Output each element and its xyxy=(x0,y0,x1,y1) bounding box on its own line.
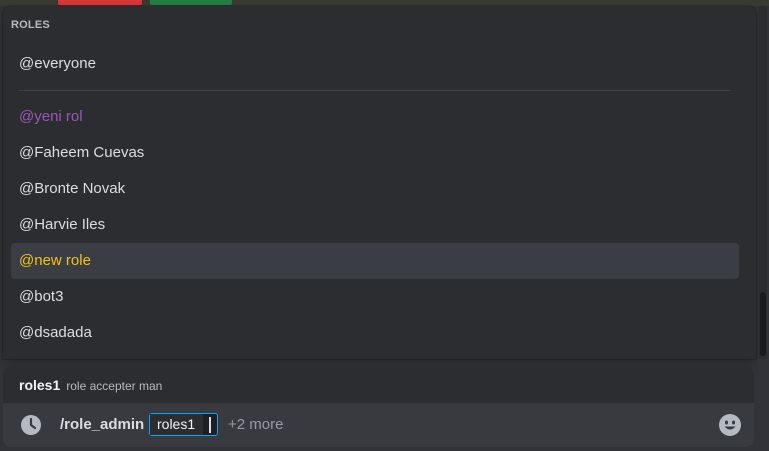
param-label: roles1 xyxy=(150,414,204,435)
message-danger-button[interactable] xyxy=(58,0,142,5)
role-option[interactable]: @bot3 xyxy=(11,279,739,315)
role-option[interactable]: @Faheem Cuevas xyxy=(11,135,739,171)
role-option[interactable]: @Bronte Novak xyxy=(11,171,739,207)
popup-divider xyxy=(19,90,731,91)
clock-icon[interactable] xyxy=(20,414,42,436)
chat-area: ROLES @everyone @yeni rol @Faheem Cuevas… xyxy=(0,0,769,451)
role-option[interactable]: @dsadada xyxy=(11,315,739,351)
role-option-selected[interactable]: @new role xyxy=(11,243,739,279)
role-option-everyone[interactable]: @everyone xyxy=(11,46,739,82)
message-success-button[interactable] xyxy=(150,0,232,5)
popup-section-header: ROLES xyxy=(11,19,50,31)
option-name: roles1 xyxy=(19,377,61,393)
slash-command-name: /role_admin xyxy=(60,416,145,433)
more-options-count[interactable]: +2 more xyxy=(228,403,283,447)
chat-scrollbar-thumb[interactable] xyxy=(760,292,766,356)
command-param-input[interactable]: roles1 xyxy=(149,413,219,436)
roles-autocomplete-popup: ROLES @everyone @yeni rol @Faheem Cuevas… xyxy=(3,6,756,359)
smiley-emoji-icon[interactable] xyxy=(718,413,742,437)
option-description: role accepter man xyxy=(66,379,163,393)
right-edge-spacer xyxy=(757,359,769,451)
role-option[interactable]: @Harvie Iles xyxy=(11,207,739,243)
message-input-bar[interactable]: /role_admin roles1 +2 more xyxy=(3,403,754,447)
role-option[interactable]: @yeni rol xyxy=(11,99,739,135)
text-caret xyxy=(209,416,212,433)
command-option-hint: roles1 role accepter man xyxy=(3,367,754,403)
